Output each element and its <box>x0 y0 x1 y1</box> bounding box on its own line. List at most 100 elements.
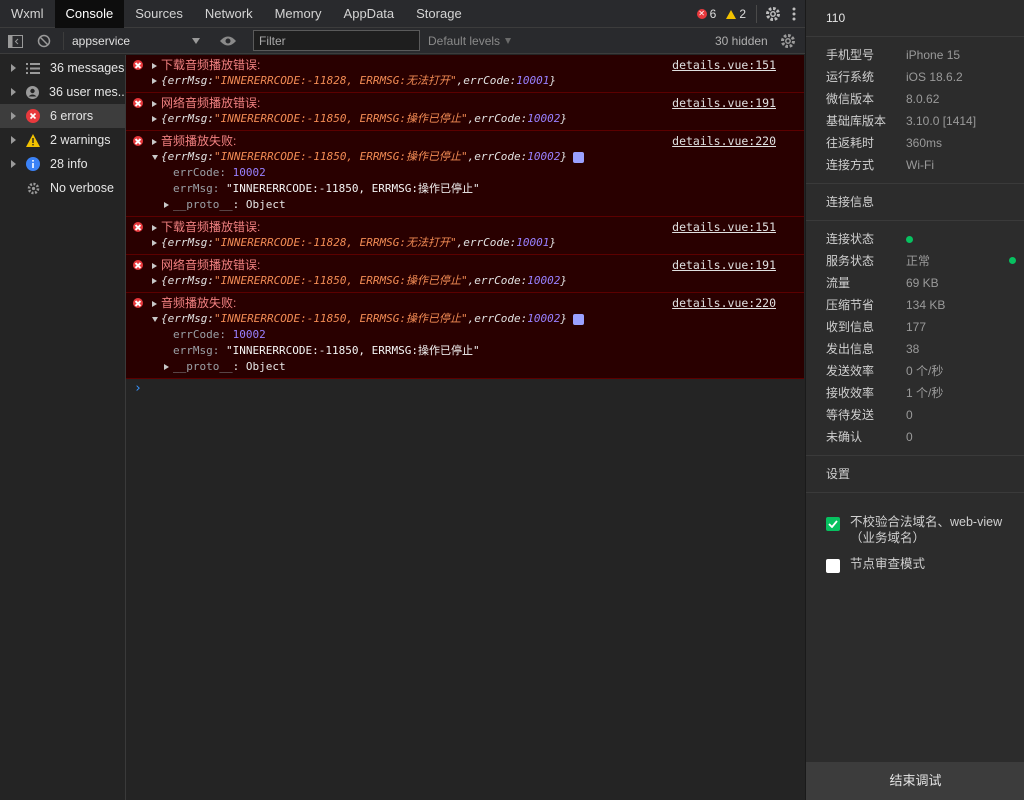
source-link[interactable]: details.vue:151 <box>672 58 776 72</box>
clear-console-icon[interactable] <box>37 28 51 54</box>
more-options-icon[interactable] <box>783 4 805 24</box>
settings-gear-icon[interactable] <box>763 4 783 24</box>
expand-arrow-icon[interactable] <box>11 64 16 72</box>
divider <box>806 455 1024 456</box>
error-message: 音频播放失败: <box>161 296 237 310</box>
eye-icon[interactable] <box>219 28 237 54</box>
expand-arrow-icon[interactable] <box>164 202 169 208</box>
sidebar-item-messages[interactable]: 36 messages <box>0 56 125 80</box>
setting-skip-domain-check[interactable]: 不校验合法域名、web-view（业务域名） <box>826 514 1011 546</box>
section-title: 连接信息 <box>826 195 875 209</box>
expand-arrow-icon[interactable] <box>164 364 169 370</box>
info-row: 基础库版本 3.10.0 [1414] <box>826 114 977 128</box>
expand-arrow-icon[interactable] <box>11 88 16 96</box>
expand-arrow-icon[interactable] <box>11 112 16 120</box>
warning-icon <box>26 133 40 147</box>
setting-node-inspect[interactable]: 节点审查模式 <box>826 556 1011 573</box>
console-error-entry: 音频播放失败: details.vue:220 {errMsg: "INNERE… <box>126 293 804 379</box>
error-counter[interactable]: ✕ 6 <box>696 7 716 21</box>
tab-console[interactable]: Console <box>54 0 125 28</box>
warning-count: 2 <box>739 7 746 21</box>
error-object-preview[interactable]: {errMsg: "INNERERRCODE:-11828, ERRMSG:无法… <box>152 73 804 89</box>
error-icon: ✕ <box>696 9 707 19</box>
sidebar-item-errors[interactable]: 6 errors <box>0 104 125 128</box>
tab-appdata[interactable]: AppData <box>333 0 406 28</box>
expand-arrow-icon[interactable] <box>152 78 157 84</box>
error-icon <box>133 222 143 232</box>
warning-counter[interactable]: 2 <box>726 7 746 21</box>
info-row: 手机型号 iPhone 15 <box>826 48 961 62</box>
error-object-preview[interactable]: {errMsg: "INNERERRCODE:-11850, ERRMSG:操作… <box>152 149 804 165</box>
expand-arrow-icon[interactable] <box>11 160 16 168</box>
object-property: errMsg: "INNERERRCODE:-11850, ERRMSG:操作已… <box>173 182 480 195</box>
object-property: errCode: 10002 <box>173 328 266 341</box>
collapse-arrow-icon[interactable] <box>152 154 158 160</box>
console-prompt[interactable]: › <box>134 381 804 396</box>
source-link[interactable]: details.vue:151 <box>672 220 776 234</box>
info-row: 等待发送 0 <box>826 408 913 422</box>
console-sidebar: 36 messages 36 user mes... 6 errors 2 wa… <box>0 55 126 800</box>
sidebar-item-user-messages[interactable]: 36 user mes... <box>0 80 125 104</box>
sidebar-item-verbose[interactable]: No verbose <box>0 176 125 200</box>
tab-memory[interactable]: Memory <box>264 0 333 28</box>
tab-wxml[interactable]: Wxml <box>0 0 55 28</box>
sidebar-item-label: 6 errors <box>50 109 94 123</box>
checkbox-unchecked-icon[interactable] <box>826 559 840 573</box>
error-message: 下载音频播放错误: <box>161 220 261 234</box>
filter-input[interactable]: Filter <box>253 30 420 51</box>
info-row: 连接方式 Wi-Fi <box>826 158 934 172</box>
error-icon <box>133 260 143 270</box>
expand-arrow-icon[interactable] <box>152 100 157 107</box>
object-proto[interactable]: __proto__: Object <box>164 197 804 213</box>
tab-storage[interactable]: Storage <box>405 0 473 28</box>
expand-arrow-icon[interactable] <box>152 116 157 122</box>
source-link[interactable]: details.vue:191 <box>672 96 776 110</box>
levels-label: Default levels <box>428 34 501 48</box>
expand-arrow-icon[interactable] <box>152 262 157 269</box>
tab-sources[interactable]: Sources <box>124 0 194 28</box>
source-link[interactable]: details.vue:220 <box>672 296 776 310</box>
console-settings-gear-icon[interactable] <box>780 28 796 54</box>
sidebar-item-info[interactable]: 28 info <box>0 152 125 176</box>
end-debug-button[interactable]: 结束调试 <box>806 762 1024 800</box>
devtools-tabbar: Wxml Console Sources Network Memory AppD… <box>0 0 805 28</box>
object-info-icon[interactable] <box>573 313 585 325</box>
expand-arrow-icon[interactable] <box>152 62 157 69</box>
sidebar-item-warnings[interactable]: 2 warnings <box>0 128 125 152</box>
source-link[interactable]: details.vue:220 <box>672 134 776 148</box>
session-id: 110 <box>826 11 846 25</box>
expand-arrow-icon[interactable] <box>152 300 157 307</box>
error-object-preview[interactable]: {errMsg: "INNERERRCODE:-11850, ERRMSG:操作… <box>152 273 804 289</box>
sidebar-item-label: 36 user mes... <box>49 85 125 99</box>
collapse-arrow-icon[interactable] <box>152 316 158 322</box>
expand-arrow-icon[interactable] <box>11 136 16 144</box>
console-toolbar: appservice Filter Default levels 30 hidd… <box>0 28 805 54</box>
log-levels-dropdown[interactable]: Default levels <box>428 28 512 54</box>
checkbox-checked-icon[interactable] <box>826 517 840 531</box>
error-message: 网络音频播放错误: <box>161 96 261 110</box>
expand-arrow-icon[interactable] <box>152 224 157 231</box>
setting-label: 节点审查模式 <box>850 557 926 571</box>
context-selector[interactable]: appservice <box>72 28 200 54</box>
info-row: 收到信息 177 <box>826 320 927 334</box>
info-row: 发出信息 38 <box>826 342 920 356</box>
expand-arrow-icon[interactable] <box>152 138 157 145</box>
error-object-preview[interactable]: {errMsg: "INNERERRCODE:-11850, ERRMSG:操作… <box>152 111 804 127</box>
tab-network[interactable]: Network <box>194 0 264 28</box>
error-icon <box>133 136 143 146</box>
sidebar-toggle-icon[interactable] <box>8 28 23 54</box>
dropdown-arrow-icon <box>505 38 512 44</box>
error-object-preview[interactable]: {errMsg: "INNERERRCODE:-11850, ERRMSG:操作… <box>152 311 804 327</box>
tabbar-right: ✕ 6 2 <box>696 0 805 28</box>
list-icon <box>26 61 40 75</box>
error-icon <box>133 98 143 108</box>
divider <box>806 36 1024 37</box>
remote-debug-panel: 110 手机型号 iPhone 15 运行系统 iOS 18.6.2 微信版本 8.0… <box>805 0 1024 800</box>
object-property: errCode: 10002 <box>173 166 266 179</box>
object-proto[interactable]: __proto__: Object <box>164 359 804 375</box>
expand-arrow-icon[interactable] <box>152 240 157 246</box>
object-info-icon[interactable] <box>573 151 585 163</box>
expand-arrow-icon[interactable] <box>152 278 157 284</box>
error-object-preview[interactable]: {errMsg: "INNERERRCODE:-11828, ERRMSG:无法… <box>152 235 804 251</box>
source-link[interactable]: details.vue:191 <box>672 258 776 272</box>
